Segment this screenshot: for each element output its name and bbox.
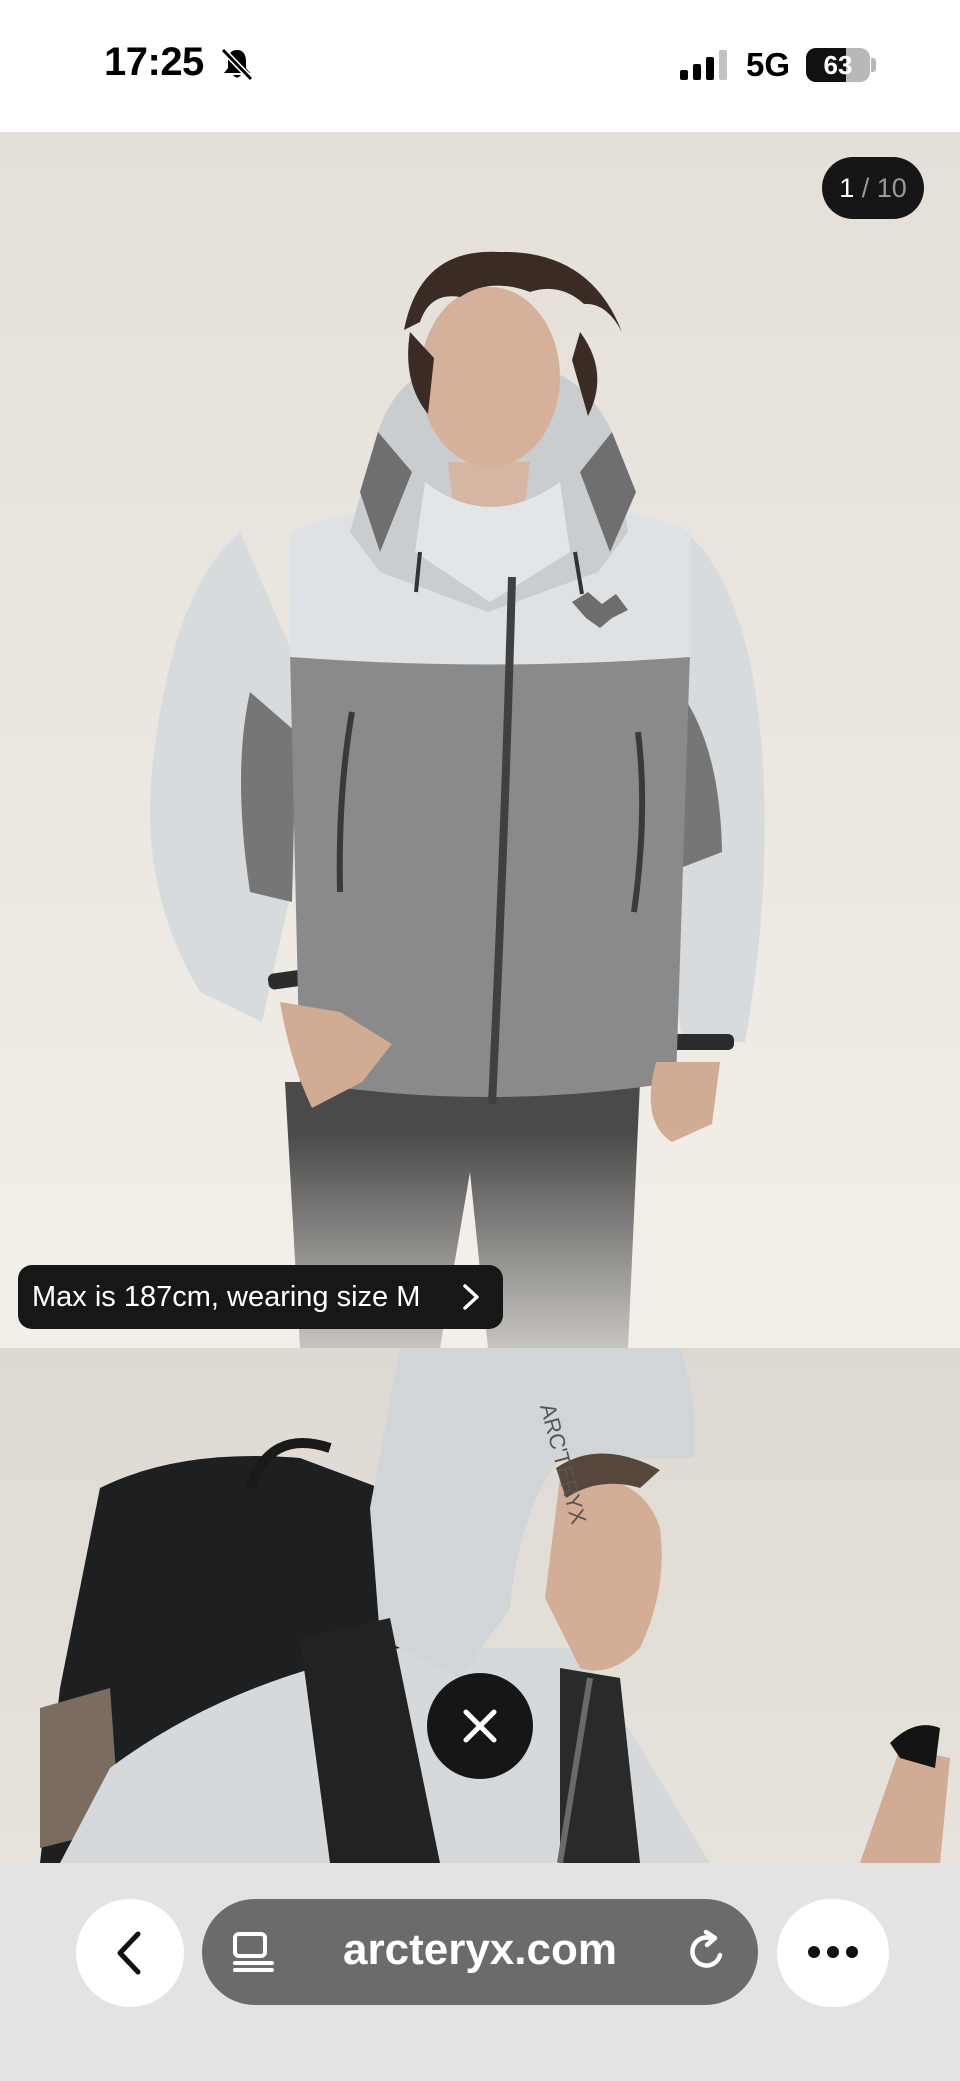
model-front-photo xyxy=(0,251,960,1348)
product-image-1[interactable] xyxy=(0,132,960,1348)
signal-icon xyxy=(680,50,727,80)
reload-icon[interactable] xyxy=(684,1929,730,1975)
counter-total: 10 xyxy=(876,173,907,203)
battery-tip xyxy=(871,58,876,72)
product-image-2[interactable]: ARC'TERYX xyxy=(0,1348,960,1863)
address-bar[interactable]: arcteryx.com xyxy=(202,1899,758,2005)
browser-toolbar: arcteryx.com xyxy=(0,1863,960,2081)
model-size-info-button[interactable]: Max is 187cm, wearing size M xyxy=(18,1265,503,1329)
network-label: 5G xyxy=(746,46,791,83)
chevron-left-icon xyxy=(117,1931,141,1975)
page-menu-icon[interactable] xyxy=(232,1931,276,1973)
counter-current: 1 xyxy=(839,173,855,203)
close-icon xyxy=(463,1709,497,1743)
model-hood-backpack-photo: ARC'TERYX xyxy=(40,1348,950,1863)
url-text: arcteryx.com xyxy=(343,1925,617,1974)
close-gallery-button[interactable] xyxy=(427,1673,533,1779)
battery-percentage: 63 xyxy=(823,50,853,80)
status-time: 17:25 xyxy=(104,40,204,84)
more-icon xyxy=(808,1946,858,1958)
bell-muted-icon xyxy=(220,47,254,82)
image-counter: 1 / 10 xyxy=(822,157,924,219)
back-button[interactable] xyxy=(76,1899,184,2007)
chevron-right-icon xyxy=(463,1284,479,1310)
battery-icon: 63 xyxy=(806,48,870,82)
model-size-info-label: Max is 187cm, wearing size M xyxy=(32,1280,421,1313)
status-bar: 17:25 5G 63 xyxy=(0,0,960,132)
more-options-button[interactable] xyxy=(777,1899,889,2007)
counter-separator: / xyxy=(861,173,870,203)
